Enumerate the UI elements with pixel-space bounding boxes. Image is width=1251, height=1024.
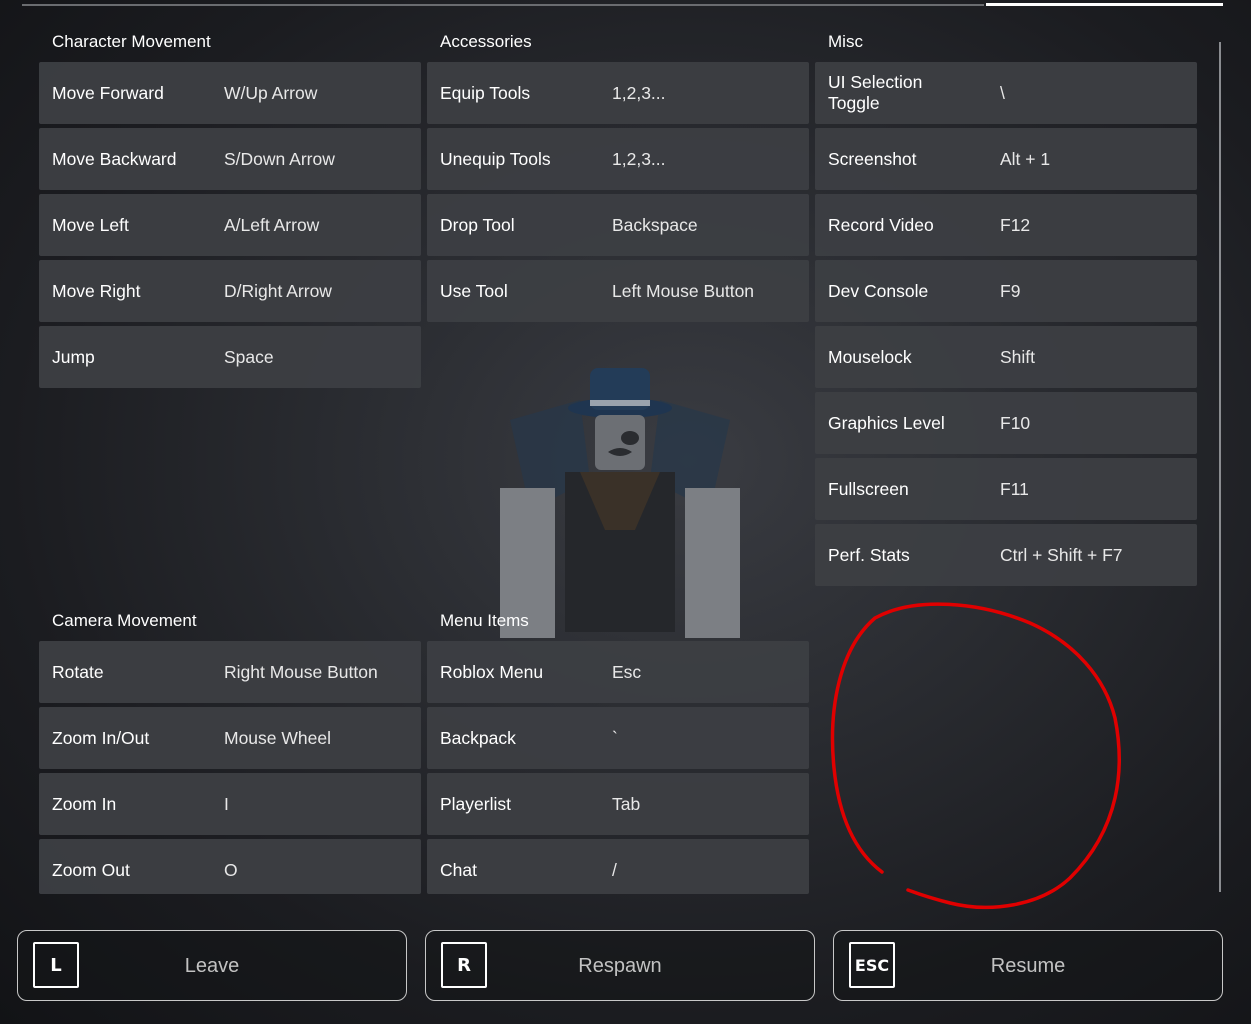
keybind-row: Drop Tool Backspace (427, 194, 809, 256)
key-label: F11 (1000, 478, 1029, 499)
key-label: Tab (612, 793, 641, 814)
key-label: / (612, 859, 617, 880)
active-tab-indicator (986, 3, 1223, 6)
key-label: Alt + 1 (1000, 148, 1051, 169)
action-label: Unequip Tools (440, 148, 551, 169)
keybind-row: Move Backward S/Down Arrow (39, 128, 421, 190)
section-title: Camera Movement (52, 611, 197, 630)
section-title: Accessories (440, 32, 532, 51)
action-label: Jump (52, 346, 95, 367)
action-label: Dev Console (828, 280, 929, 301)
action-label: Fullscreen (828, 478, 909, 499)
keybind-row: Dev Console F9 (815, 260, 1197, 322)
keybind-row: Use Tool Left Mouse Button (427, 260, 809, 322)
keybind-row: Graphics Level F10 (815, 392, 1197, 454)
action-label: Use Tool (440, 280, 508, 301)
keybind-row: Jump Space (39, 326, 421, 388)
key-label: 1,2,3... (612, 148, 666, 169)
action-label: Record Video (828, 214, 934, 235)
action-label: Roblox Menu (440, 661, 544, 682)
keybind-row: Backpack ` (427, 707, 809, 769)
leave-label: Leave (184, 955, 240, 977)
keybind-row: Chat / (427, 839, 809, 894)
key-label: F12 (1000, 214, 1031, 235)
key-label: 1,2,3... (612, 82, 666, 103)
key-label: S/Down Arrow (224, 148, 335, 169)
action-label: UI Selection Toggle (828, 72, 923, 113)
resume-label: Resume (990, 955, 1066, 977)
key-label: ` (612, 727, 618, 748)
keybind-row: Move Left A/Left Arrow (39, 194, 421, 256)
action-label: Move Forward (52, 82, 164, 103)
action-label: Screenshot (828, 148, 917, 169)
keybind-row: Move Right D/Right Arrow (39, 260, 421, 322)
key-label: Ctrl + Shift + F7 (1000, 544, 1123, 565)
key-label: Left Mouse Button (612, 280, 755, 301)
resume-button[interactable]: ESC Resume (833, 930, 1223, 1001)
key-label: F10 (1000, 412, 1031, 433)
key-label: A/Left Arrow (224, 214, 320, 235)
keybind-row: Move Forward W/Up Arrow (39, 62, 421, 124)
action-label: Zoom In/Out (52, 727, 150, 748)
scrollbar[interactable] (1219, 42, 1221, 892)
keybind-row: Equip Tools 1,2,3... (427, 62, 809, 124)
keybind-row: Mouselock Shift (815, 326, 1197, 388)
respawn-button[interactable]: R Respawn (425, 930, 815, 1001)
keybind-row: UI Selection Toggle \ (815, 62, 1197, 124)
red-annotation-circle (830, 602, 1121, 909)
keybind-row: Perf. Stats Ctrl + Shift + F7 (815, 524, 1197, 586)
key-label: Backspace (612, 214, 698, 235)
key-label: Mouse Wheel (224, 727, 331, 748)
section-title: Menu Items (440, 611, 529, 630)
action-label: Playerlist (440, 793, 511, 814)
keybind-row: Rotate Right Mouse Button (39, 641, 421, 703)
keybind-row: Fullscreen F11 (815, 458, 1197, 520)
action-label: Perf. Stats (828, 544, 910, 565)
background-avatar (500, 368, 740, 638)
key-label: D/Right Arrow (224, 280, 332, 301)
key-label: \ (1000, 82, 1005, 103)
keybind-row: Record Video F12 (815, 194, 1197, 256)
action-label: Move Left (52, 214, 129, 235)
keybind-row: Zoom Out O (39, 839, 421, 894)
action-label: Equip Tools (440, 82, 531, 103)
action-label: Drop Tool (440, 214, 515, 235)
keybind-row: Zoom In/Out Mouse Wheel (39, 707, 421, 769)
leave-button[interactable]: L Leave (17, 930, 407, 1001)
key-label: Space (224, 346, 274, 367)
keybind-row: Zoom In I (39, 773, 421, 835)
action-label: Graphics Level (828, 412, 945, 433)
action-label: Chat (440, 859, 477, 880)
key-label: F9 (1000, 280, 1021, 301)
action-label: Rotate (52, 661, 104, 682)
action-label: Move Backward (52, 148, 177, 169)
key-label: W/Up Arrow (224, 82, 318, 103)
keybind-row: Unequip Tools 1,2,3... (427, 128, 809, 190)
keybind-row: Roblox Menu Esc (427, 641, 809, 703)
key-label: O (224, 859, 238, 880)
section-title: Misc (828, 32, 863, 51)
action-label: Backpack (440, 727, 516, 748)
keybind-row: Screenshot Alt + 1 (815, 128, 1197, 190)
key-label: Right Mouse Button (224, 661, 378, 682)
keybind-row: Playerlist Tab (427, 773, 809, 835)
key-label: Esc (612, 661, 642, 682)
key-label: I (224, 793, 229, 814)
tab-underline-track (22, 4, 984, 6)
action-label: Zoom In (52, 793, 117, 814)
section-title: Character Movement (52, 32, 211, 51)
key-label: Shift (1000, 346, 1036, 367)
action-label: Move Right (52, 280, 141, 301)
action-label: Zoom Out (52, 859, 130, 880)
action-label: Mouselock (828, 346, 912, 367)
respawn-label: Respawn (578, 955, 662, 977)
